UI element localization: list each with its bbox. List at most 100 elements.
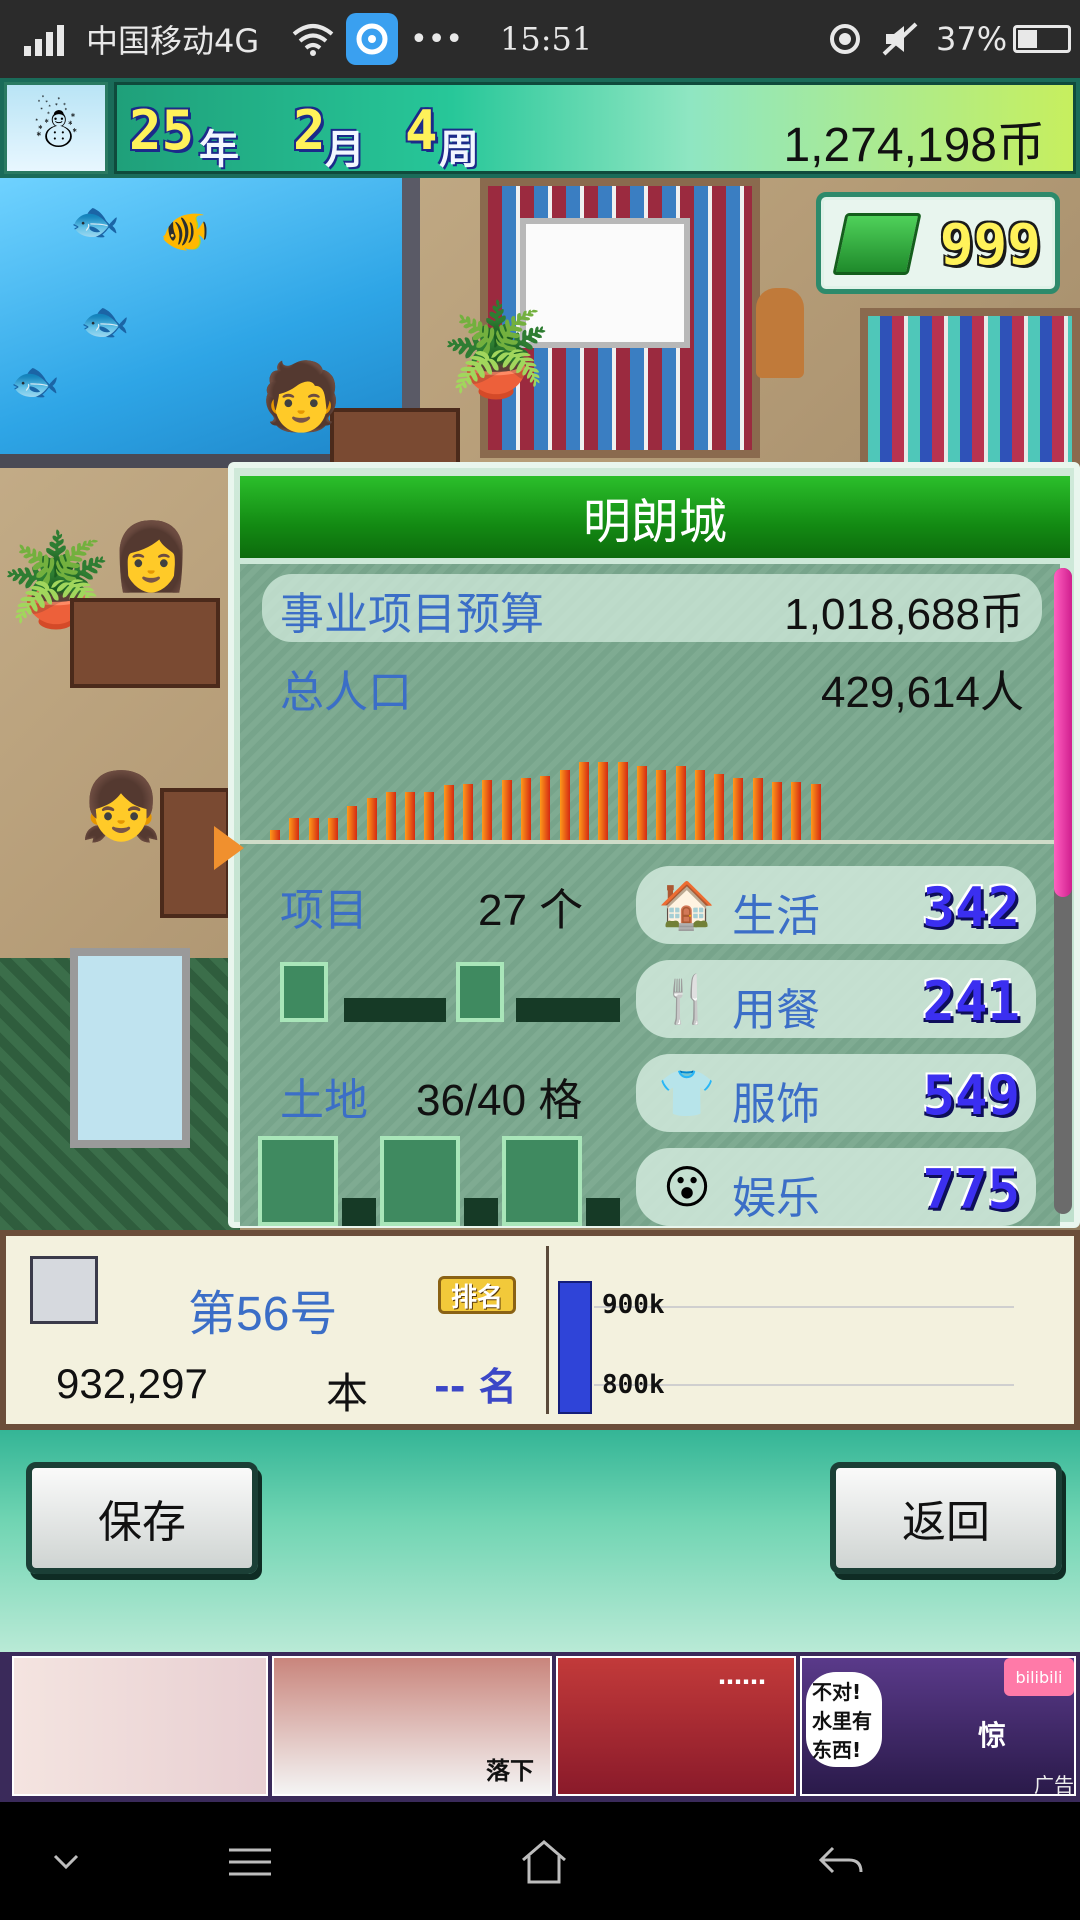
population-bar [463,784,474,840]
project-slot [280,962,328,1022]
city-info-panel: 明朗城 事业项目预算 1,018,688币 总人口 429,614人 项目 27… [228,462,1080,1228]
category-value: 549 [922,1064,1020,1127]
signal-icon [24,0,80,78]
rank-score: 932,297 [56,1360,208,1407]
tick-label: 900k [602,1290,665,1320]
project-slot [456,962,504,1022]
category-row-dining[interactable]: 🍴 用餐 241 [636,960,1036,1038]
population-history-chart [270,760,830,840]
population-bar [772,782,783,840]
population-bar [636,766,647,840]
rank-place: -- 名 [434,1356,517,1411]
location-icon [826,0,864,78]
ad-caption: 落下 [486,1757,534,1785]
plant-icon: 🪴 [440,298,553,403]
action-bar: 保存 返回 [0,1430,1080,1652]
population-bar [308,818,319,840]
population-bar [443,785,454,840]
population-bar [810,784,821,840]
panel-scrollbar[interactable] [1054,568,1072,1214]
population-bar [521,778,532,840]
rank-title: 第56号 [188,1288,338,1341]
divider [546,1246,549,1414]
population-bar [559,770,570,840]
population-bar [598,762,609,840]
gem-count: 999 [939,213,1041,278]
menu-icon[interactable] [210,1832,290,1892]
house-icon: 🏠 [658,877,716,932]
ad-banner[interactable]: 落下 …… 不对!水里有东西! 惊 bilibili 广告 [0,1652,1080,1802]
ad-comic-panel [12,1656,268,1796]
projects-value: 27 个 [478,886,584,935]
month-unit: 月 [325,127,365,173]
land-slot [380,1136,460,1226]
category-row-fashion[interactable]: 👕 服饰 549 [636,1054,1036,1132]
staff-character: 👧 [80,768,163,845]
population-bar [540,776,551,840]
category-label: 用餐 [732,986,820,1035]
population-bar [791,782,802,840]
fish-icon: 🐟 [10,359,60,405]
population-bar [752,778,763,840]
land-slot [586,1198,620,1226]
population-bar [733,778,744,840]
population-bar [270,830,280,840]
population-bar [405,792,416,840]
fish-icon: 🐠 [160,209,210,255]
population-bar [327,818,338,840]
rank-place-prefix: -- [434,1365,466,1409]
fish-icon: 🐟 [70,199,120,245]
category-row-entertainment[interactable]: 😮 娱乐 775 [636,1148,1036,1226]
shirt-icon: 👕 [658,1065,716,1120]
population-bar [347,806,358,840]
city-thumbnail-icon [30,1256,98,1324]
population-bar [675,766,686,840]
staff-character: 🧑 [260,358,343,435]
budget-value: 1,018,688币 [784,590,1024,639]
back-arrow-icon[interactable] [800,1832,880,1892]
fork-spoon-icon: 🍴 [658,971,716,1026]
battery-icon [1013,25,1072,53]
chevron-down-icon[interactable] [26,1832,106,1892]
population-bar [714,774,725,840]
gem-counter[interactable]: 999 [816,192,1060,294]
year-unit: 年 [199,127,239,173]
staff-character: 👩 [110,518,193,595]
ad-comic-panel: …… [556,1656,796,1796]
carrier-name: 中国移动4G [86,22,260,60]
wifi-icon [292,0,334,78]
land-slot [342,1198,376,1226]
wall-clock [756,288,804,378]
projects-label: 项目 [280,886,368,935]
back-button[interactable]: 返回 [830,1462,1062,1574]
save-button[interactable]: 保存 [26,1462,258,1574]
week-unit: 周 [439,127,479,173]
ranking-bar [558,1280,592,1414]
tick-label: 800k [602,1370,665,1400]
population-bar [385,792,396,840]
game-header: ☃ 25 年 2 月 4 周 1,274,198币 [0,78,1080,178]
category-row-living[interactable]: 🏠 生活 342 [636,866,1036,944]
land-slot [464,1198,498,1226]
ad-caption: 惊 [978,1719,1007,1752]
system-nav-bar [0,1802,1080,1920]
population-bar [617,762,628,840]
category-label: 生活 [732,892,820,941]
population-bar [289,818,300,840]
ranking-badge[interactable]: 排名 [438,1276,516,1314]
mute-icon [880,0,920,78]
population-value: 429,614人 [820,668,1024,717]
population-bar [578,762,589,840]
category-value: 775 [922,1158,1020,1221]
land-value: 36/40 格 [416,1076,583,1125]
desk [330,408,460,468]
gem-stack-icon [832,213,922,275]
land-slot [258,1136,338,1226]
panel-pointer-arrow [214,826,244,870]
home-icon[interactable] [504,1832,584,1892]
battery-percent: 37% [936,20,1008,58]
scrollbar-thumb[interactable] [1054,568,1072,897]
city-name: 明朗城 [240,476,1070,558]
snowman-icon[interactable]: ☃ [4,82,108,174]
ad-caption: 不对!水里有东西! [806,1672,882,1767]
